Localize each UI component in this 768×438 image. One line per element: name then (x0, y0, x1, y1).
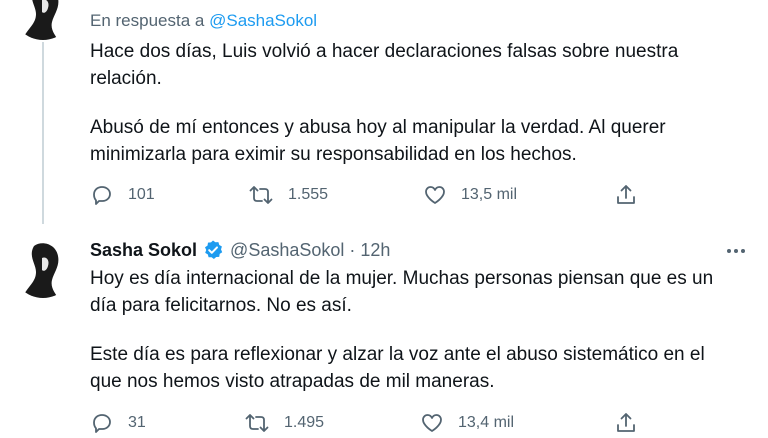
avatar-image (12, 0, 74, 40)
reply-to-line: En respuesta a @SashaSokol (90, 11, 317, 31)
like-count: 13,5 mil (461, 186, 518, 203)
tweet1-avatar[interactable] (12, 0, 74, 40)
tweet1-reply-button[interactable]: 101 (90, 180, 155, 210)
tweet2-retweet-button[interactable]: 1.495 (244, 408, 324, 438)
avatar-image (12, 236, 74, 298)
retweet-icon (248, 183, 274, 207)
author-name-link[interactable]: Sasha Sokol (90, 240, 197, 261)
tweet2-header: Sasha Sokol @SashaSokol · 12h (90, 237, 390, 263)
tweet1-text-paragraph-1: Hace dos días, Luis volvió a hacer decla… (90, 41, 679, 89)
tweet2-action-bar: 31 1.495 13,4 mil (90, 408, 650, 438)
retweet-count: 1.555 (288, 186, 329, 203)
separator-dot: · (349, 239, 356, 260)
share-icon (614, 411, 638, 435)
tweet2-like-button[interactable]: 13,4 mil (420, 408, 514, 438)
like-count: 13,4 mil (458, 414, 515, 431)
reply-count: 31 (128, 414, 146, 431)
reply-to-mention-link[interactable]: @SashaSokol (209, 11, 317, 30)
tweet2-text-paragraph-1: Hoy es día internacional de la mujer. Mu… (90, 268, 714, 316)
author-handle[interactable]: @SashaSokol (230, 240, 344, 261)
share-icon (614, 183, 638, 207)
tweet1-like-button[interactable]: 13,5 mil (423, 180, 517, 210)
tweet1-retweet-button[interactable]: 1.555 (248, 180, 328, 210)
tweet2-avatar[interactable] (12, 236, 74, 298)
reply-count: 101 (128, 186, 155, 203)
reply-to-prefix: En respuesta a (90, 11, 205, 30)
tweet2-reply-button[interactable]: 31 (90, 408, 146, 438)
tweet2-text-paragraph-2: Este día es para reflexionar y alzar la … (90, 344, 705, 392)
tweet1-action-bar: 101 1.555 13,5 mil (90, 180, 650, 210)
tweet1-text-paragraph-2: Abusó de mí entonces y abusa hoy al mani… (90, 117, 666, 165)
tweet1-share-button[interactable] (614, 180, 638, 210)
like-icon (420, 411, 444, 435)
tweet-timestamp[interactable]: 12h (360, 240, 390, 261)
more-options-icon (726, 241, 746, 259)
verified-badge-icon (202, 239, 224, 261)
thread-line (42, 42, 44, 224)
more-options-button[interactable] (722, 240, 750, 260)
reply-icon (90, 183, 114, 207)
retweet-count: 1.495 (284, 414, 325, 431)
tweet1-header-cropped (90, 0, 292, 2)
retweet-icon (244, 411, 270, 435)
reply-icon (90, 411, 114, 435)
tweet2-share-button[interactable] (614, 408, 638, 438)
like-icon (423, 183, 447, 207)
